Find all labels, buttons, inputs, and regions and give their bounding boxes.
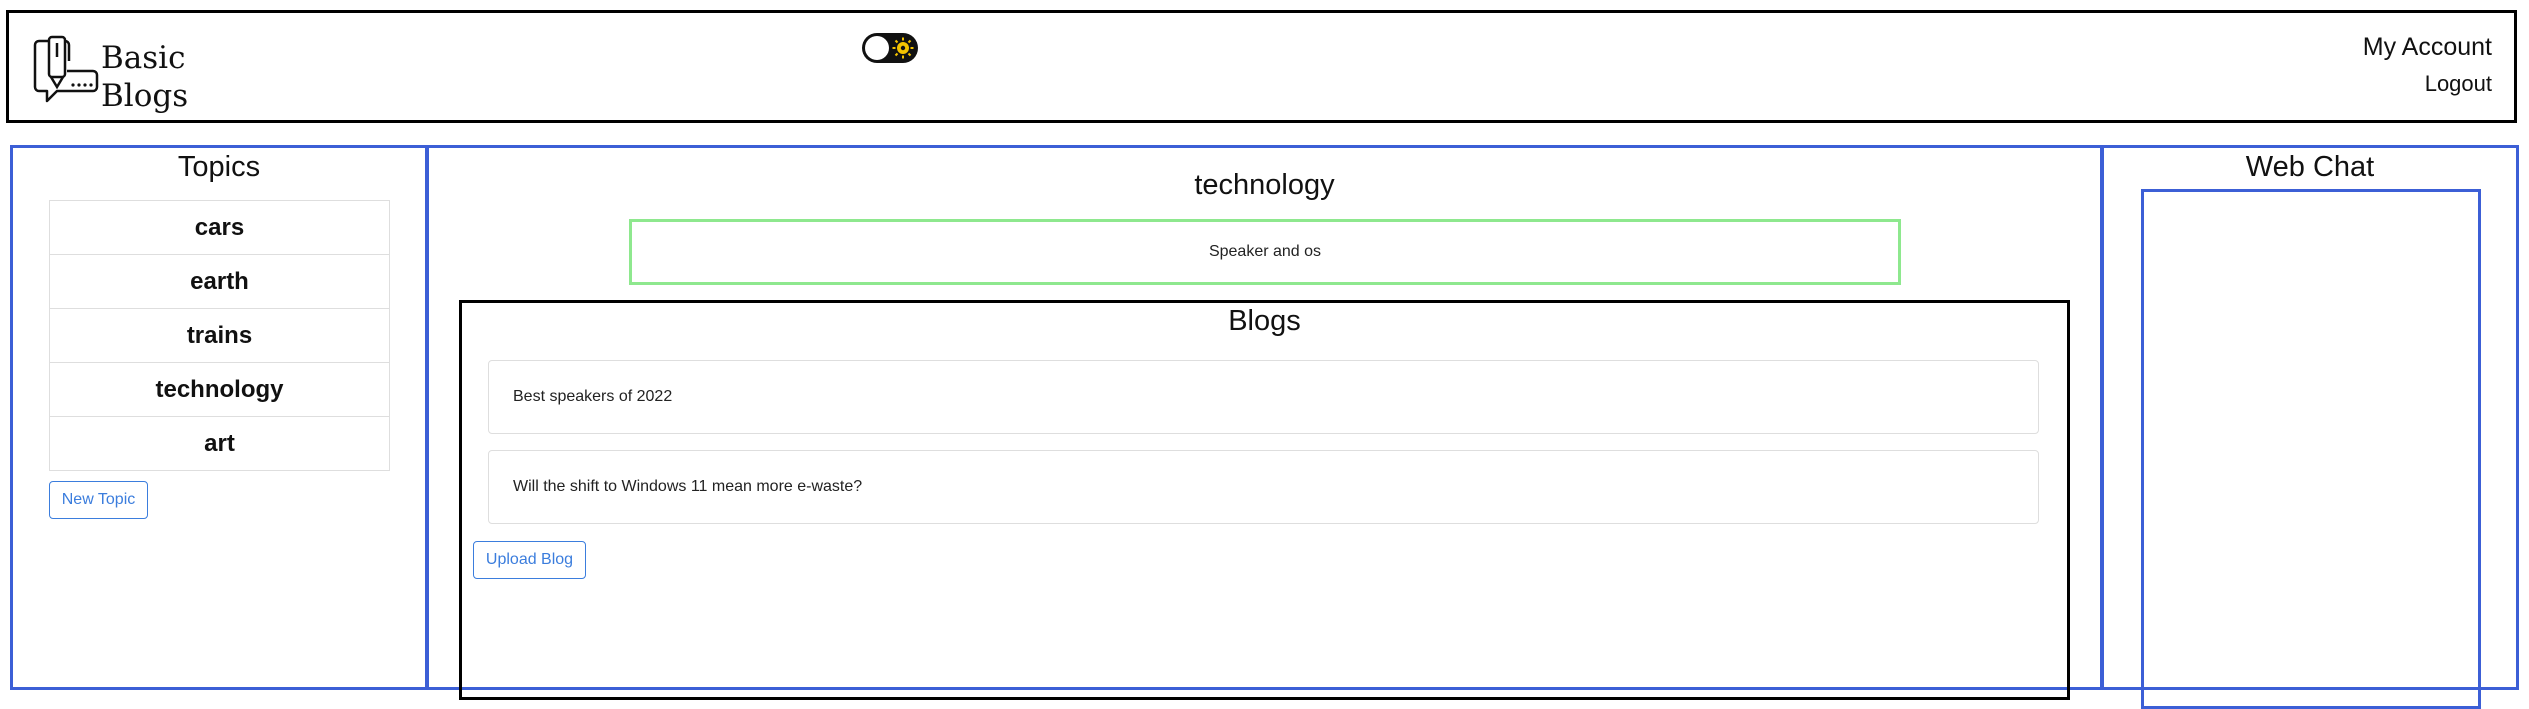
logo-text-line1: Basic xyxy=(101,40,186,76)
logo-text-line2: Blogs xyxy=(101,78,189,114)
sun-icon xyxy=(892,37,914,59)
blog-logo-icon xyxy=(33,35,99,103)
upload-blog-button[interactable]: Upload Blog xyxy=(473,541,586,579)
my-account-link[interactable]: My Account xyxy=(2363,33,2492,62)
site-header: Basic Blogs My Account Logout xyxy=(6,10,2517,123)
topic-description: Speaker and os xyxy=(629,219,1901,285)
chat-window[interactable] xyxy=(2141,189,2481,709)
topic-item-cars[interactable]: cars xyxy=(50,201,389,255)
blogs-section: Blogs Best speakers of 2022 Will the shi… xyxy=(459,300,2070,700)
blog-card[interactable]: Best speakers of 2022 xyxy=(488,360,2039,434)
blogs-title: Blogs xyxy=(1228,305,1301,337)
topic-item-technology[interactable]: technology xyxy=(50,363,389,417)
logout-link[interactable]: Logout xyxy=(2425,71,2492,97)
topics-title: Topics xyxy=(177,151,261,183)
web-chat-title: Web Chat xyxy=(2245,151,2375,183)
new-topic-button[interactable]: New Topic xyxy=(49,481,148,519)
web-chat-panel: Web Chat xyxy=(2101,145,2519,709)
main-panel: technology Speaker and os Blogs Best spe… xyxy=(426,145,2103,700)
logo[interactable]: Basic Blogs xyxy=(29,35,188,115)
topics-panel: Topics cars earth trains technology art … xyxy=(10,145,428,690)
topic-item-trains[interactable]: trains xyxy=(50,309,389,363)
topic-list: cars earth trains technology art xyxy=(49,200,390,471)
theme-toggle[interactable] xyxy=(862,33,918,63)
blog-card[interactable]: Will the shift to Windows 11 mean more e… xyxy=(488,450,2039,524)
toggle-knob xyxy=(865,36,889,60)
topic-item-art[interactable]: art xyxy=(50,417,389,470)
topic-item-earth[interactable]: earth xyxy=(50,255,389,309)
page-title: technology xyxy=(1194,169,1335,201)
logo-text: Basic Blogs xyxy=(101,39,188,115)
